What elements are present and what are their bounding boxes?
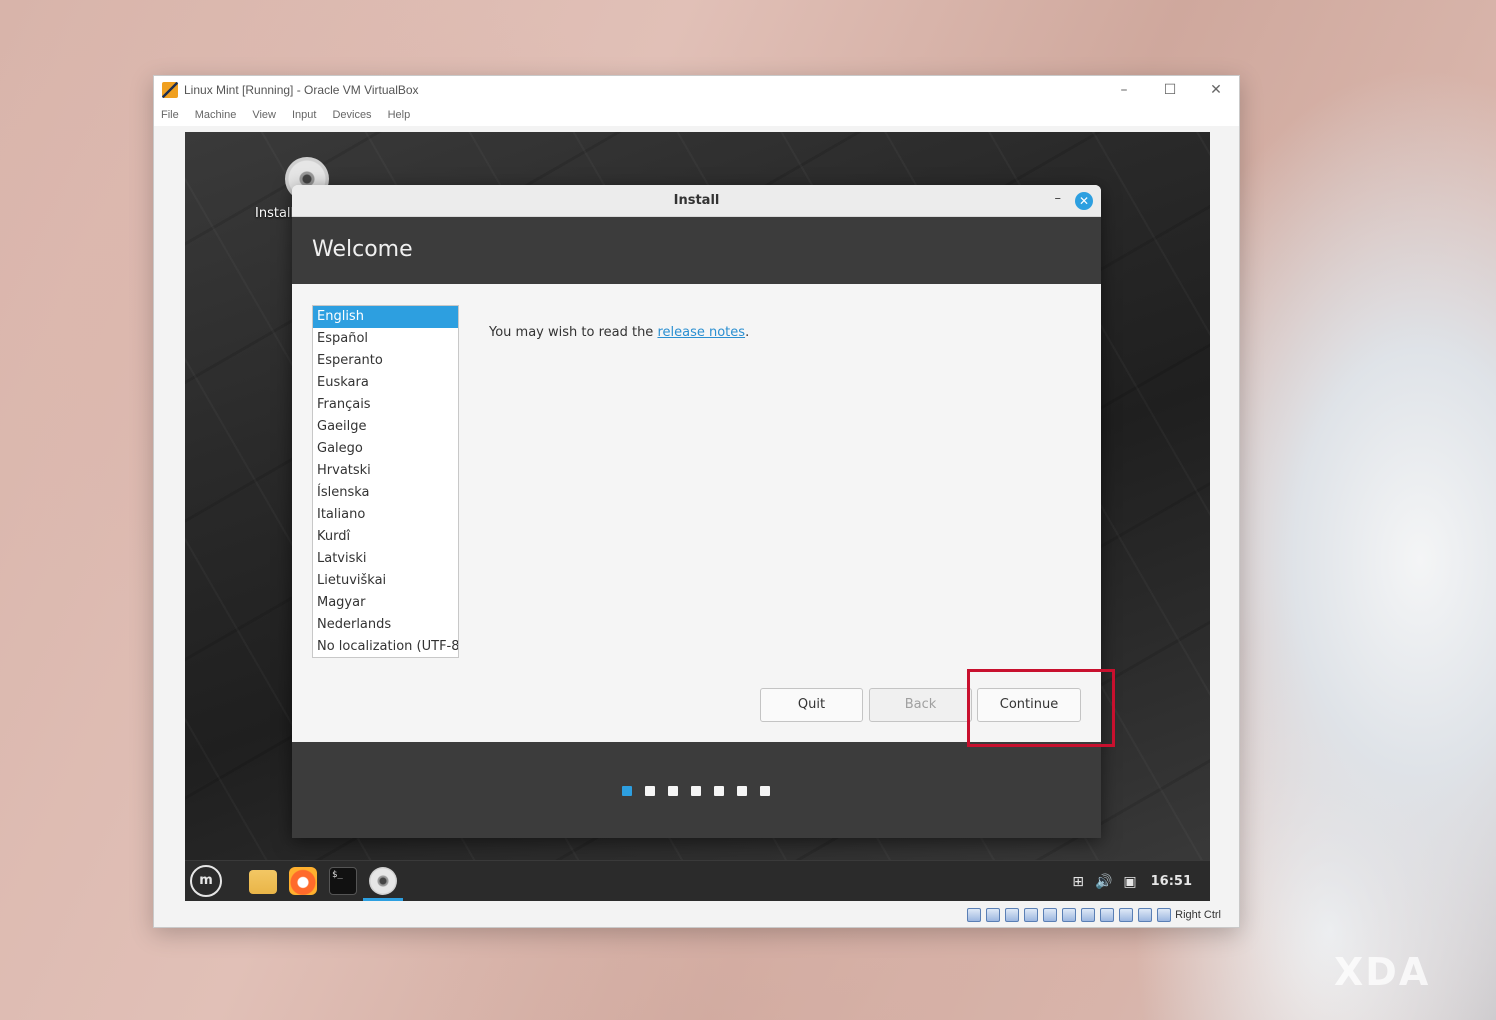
language-list[interactable]: English Español Esperanto Euskara Français Ga… bbox=[312, 305, 459, 658]
menu-input[interactable]: Input bbox=[292, 109, 316, 121]
vbox-window-title: Linux Mint [Running] - Oracle VM Virtual… bbox=[184, 83, 419, 97]
clipboard-icon[interactable]: ▣ bbox=[1123, 874, 1136, 890]
network-adapter-icon[interactable] bbox=[1024, 908, 1039, 922]
language-option[interactable]: English bbox=[313, 306, 458, 328]
language-option[interactable]: Español bbox=[313, 328, 458, 350]
vbox-statusbar: Right Ctrl bbox=[962, 906, 1221, 924]
mouse-integration-icon[interactable] bbox=[1138, 908, 1153, 922]
language-option[interactable]: Galego bbox=[313, 438, 458, 460]
language-option[interactable]: Lietuviškai bbox=[313, 570, 458, 592]
language-option[interactable]: Nederlands bbox=[313, 614, 458, 636]
language-option[interactable]: Hrvatski bbox=[313, 460, 458, 482]
language-option[interactable]: Gaeilge bbox=[313, 416, 458, 438]
progress-step bbox=[691, 786, 701, 796]
vm-display[interactable]: Install Install – ✕ Welcome English Españ… bbox=[185, 132, 1210, 901]
firefox-icon[interactable] bbox=[289, 867, 317, 895]
menu-view[interactable]: View bbox=[252, 109, 276, 121]
installer-taskbar-icon[interactable] bbox=[369, 867, 397, 895]
clock[interactable]: 16:51 bbox=[1151, 874, 1192, 889]
language-option[interactable]: Magyar bbox=[313, 592, 458, 614]
language-option[interactable]: Français bbox=[313, 394, 458, 416]
installer-window-title: Install bbox=[673, 193, 720, 208]
recording-icon[interactable] bbox=[1100, 908, 1115, 922]
continue-highlight-box bbox=[967, 669, 1115, 747]
close-button[interactable]: ✕ bbox=[1193, 76, 1239, 104]
desktop-icon-label[interactable]: Install bbox=[255, 206, 294, 221]
terminal-icon[interactable]: $_ bbox=[329, 867, 357, 895]
host-key-icon[interactable] bbox=[1157, 908, 1172, 922]
menu-file[interactable]: File bbox=[161, 109, 179, 121]
files-icon[interactable] bbox=[249, 870, 277, 894]
release-notes-link[interactable]: release notes bbox=[657, 325, 745, 340]
release-notes-text: You may wish to read the release notes. bbox=[489, 325, 749, 340]
page-title: Welcome bbox=[312, 237, 413, 262]
audio-icon[interactable] bbox=[1005, 908, 1020, 922]
progress-step bbox=[645, 786, 655, 796]
maximize-button[interactable]: ☐ bbox=[1147, 76, 1193, 104]
virtualbox-window: Linux Mint [Running] - Oracle VM Virtual… bbox=[153, 75, 1240, 928]
volume-icon[interactable]: 🔊 bbox=[1095, 874, 1112, 890]
language-option[interactable]: Euskara bbox=[313, 372, 458, 394]
language-option[interactable]: Esperanto bbox=[313, 350, 458, 372]
progress-indicator bbox=[622, 786, 783, 796]
menu-machine[interactable]: Machine bbox=[195, 109, 237, 121]
host-key-label: Right Ctrl bbox=[1175, 909, 1221, 921]
vbox-menubar: File Machine View Input Devices Help bbox=[154, 104, 1239, 126]
xda-watermark: XDA bbox=[1334, 950, 1431, 994]
release-notes-prefix: You may wish to read the bbox=[489, 325, 658, 340]
optical-drive-icon[interactable] bbox=[986, 908, 1001, 922]
minimize-button[interactable]: – bbox=[1101, 76, 1147, 104]
installer-footer bbox=[292, 742, 1101, 838]
installer-minimize-button[interactable]: – bbox=[1055, 191, 1062, 206]
mint-menu-icon[interactable]: m bbox=[190, 865, 222, 897]
progress-step bbox=[714, 786, 724, 796]
shared-folders-icon[interactable] bbox=[1062, 908, 1077, 922]
back-button[interactable]: Back bbox=[869, 688, 972, 722]
display-icon[interactable] bbox=[1081, 908, 1096, 922]
taskbar: m $_ ⊞ 🔊 ▣ 16:51 bbox=[185, 860, 1210, 901]
virtualbox-app-icon bbox=[162, 82, 178, 98]
network-icon[interactable]: ⊞ bbox=[1072, 874, 1084, 890]
quit-button[interactable]: Quit bbox=[760, 688, 863, 722]
system-tray: ⊞ 🔊 ▣ 16:51 bbox=[1061, 861, 1192, 901]
progress-step bbox=[760, 786, 770, 796]
language-option[interactable]: Latviski bbox=[313, 548, 458, 570]
vbox-titlebar[interactable]: Linux Mint [Running] - Oracle VM Virtual… bbox=[154, 76, 1239, 104]
hard-disk-icon[interactable] bbox=[967, 908, 982, 922]
progress-step-current bbox=[622, 786, 632, 796]
language-option[interactable]: Íslenska bbox=[313, 482, 458, 504]
progress-step bbox=[737, 786, 747, 796]
installer-header: Welcome bbox=[292, 217, 1101, 284]
active-window-indicator bbox=[363, 898, 403, 901]
installer-close-button[interactable]: ✕ bbox=[1075, 192, 1093, 210]
progress-step bbox=[668, 786, 678, 796]
usb-icon[interactable] bbox=[1043, 908, 1058, 922]
release-notes-suffix: . bbox=[745, 325, 750, 340]
installer-titlebar[interactable]: Install – ✕ bbox=[292, 185, 1101, 217]
language-option[interactable]: Kurdî bbox=[313, 526, 458, 548]
cpu-icon[interactable] bbox=[1119, 908, 1134, 922]
window-controls: – ☐ ✕ bbox=[1101, 76, 1239, 104]
menu-help[interactable]: Help bbox=[388, 109, 411, 121]
language-option[interactable]: Italiano bbox=[313, 504, 458, 526]
menu-devices[interactable]: Devices bbox=[332, 109, 371, 121]
language-option[interactable]: No localization (UTF-8) bbox=[313, 636, 458, 657]
